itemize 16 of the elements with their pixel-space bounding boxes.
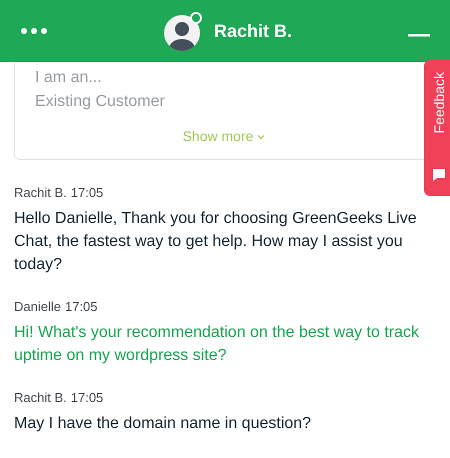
- show-more-link[interactable]: Show more: [182, 126, 266, 147]
- message-author: Rachit B.: [14, 389, 67, 407]
- feedback-tab[interactable]: Feedback: [424, 60, 450, 196]
- message-time: 17:05: [70, 389, 104, 407]
- avatar-icon: [164, 11, 204, 51]
- message-text: Hello Danielle, Thank you for choosing GreenGeeks Live Chat, the fastest way to get help. How may I assist you today?: [14, 209, 418, 275]
- message-text: May I have the domain name in question?: [14, 414, 312, 434]
- message-text: Hi! What's your recommendation on the best way to track uptime on my wordpress site?: [14, 323, 420, 366]
- message-time: 17:05: [64, 298, 98, 316]
- message-author: Danielle: [14, 298, 61, 316]
- message-time: 17:05: [70, 184, 104, 202]
- agent-name: Rachit B.: [214, 20, 292, 42]
- chevron-icon: [257, 134, 266, 140]
- chat-icon: [432, 168, 446, 182]
- more-icon[interactable]: [20, 27, 48, 35]
- message-author: Rachit B.: [14, 184, 67, 202]
